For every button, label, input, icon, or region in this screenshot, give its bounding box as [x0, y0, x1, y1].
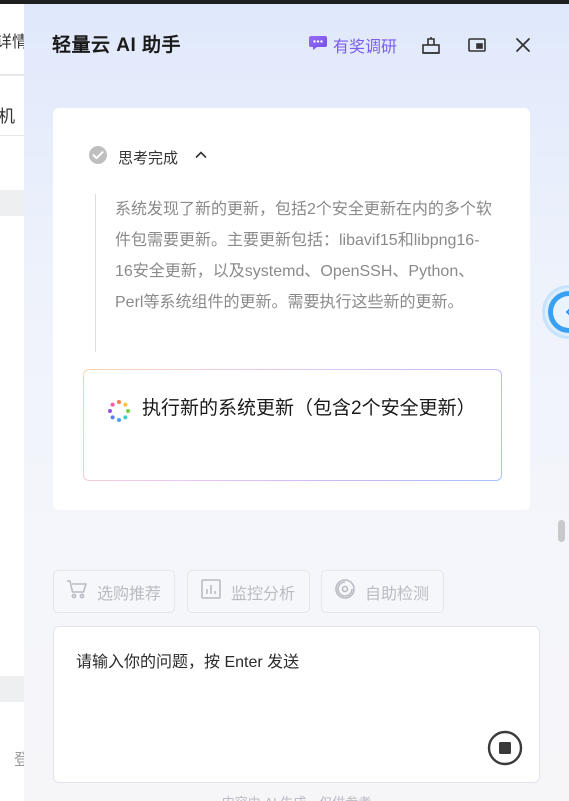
chevron-up-icon — [188, 148, 208, 166]
window-toggle-icon[interactable] — [466, 34, 488, 56]
think-toggle[interactable]: 思考完成 — [88, 145, 208, 169]
chart-icon — [199, 577, 223, 606]
quick-action-purchase[interactable]: 选购推荐 — [53, 570, 175, 613]
quick-action-monitor[interactable]: 监控分析 — [187, 570, 310, 613]
pin-icon[interactable] — [420, 34, 442, 56]
stop-icon — [487, 730, 523, 766]
quick-action-label: 选购推荐 — [97, 585, 162, 603]
detect-icon — [333, 577, 357, 606]
chat-input-box — [53, 626, 540, 783]
task-card: 执行新的系统更新（包含2个安全更新） — [83, 369, 502, 481]
ai-disclaimer: 内容由 AI 生成，仅供参考 — [24, 792, 569, 801]
panel-title: 轻量云 AI 助手 — [52, 35, 182, 56]
background-topbar — [0, 0, 24, 4]
assistant-message-card: 思考完成 系统发现了新的更新，包括2个安全更新在内的多个软件包需要更新。主要更新… — [53, 108, 530, 510]
survey-link[interactable]: 有奖调研 — [308, 32, 397, 57]
background-text-bottom: 登 — [14, 752, 24, 769]
background-text-top: 详情 — [0, 34, 24, 51]
panel-header: 轻量云 AI 助手 有奖调研 — [24, 4, 569, 82]
background-divider — [0, 135, 24, 136]
background-row — [0, 676, 24, 702]
ai-assistant-panel: 轻量云 AI 助手 有奖调研 思考完成 系统发现了新的更新，包括2个安全更新在内… — [24, 0, 569, 801]
check-circle-icon — [88, 145, 108, 169]
think-content: 系统发现了新的更新，包括2个安全更新在内的多个软件包需要更新。主要更新包括：li… — [95, 194, 495, 352]
quick-action-label: 监控分析 — [231, 585, 296, 603]
background-text-mid: 机 — [0, 107, 15, 126]
stop-button[interactable] — [487, 730, 523, 766]
survey-chat-icon — [308, 32, 328, 57]
background-divider — [0, 74, 24, 76]
chevron-left-icon — [565, 308, 569, 316]
background-page: 详情 机 登 — [0, 0, 24, 801]
quick-action-label: 自助检测 — [365, 585, 430, 603]
cart-icon — [65, 577, 89, 606]
scrollbar-thumb[interactable] — [558, 520, 565, 542]
background-row — [0, 190, 24, 216]
chat-input[interactable] — [76, 648, 516, 728]
think-status-label: 思考完成 — [118, 149, 179, 167]
close-icon[interactable] — [512, 34, 534, 56]
task-text: 执行新的系统更新（包含2个安全更新） — [142, 398, 476, 419]
survey-label: 有奖调研 — [333, 38, 398, 56]
collapse-side-tab[interactable] — [545, 288, 569, 336]
quick-action-detect[interactable]: 自助检测 — [321, 570, 444, 613]
